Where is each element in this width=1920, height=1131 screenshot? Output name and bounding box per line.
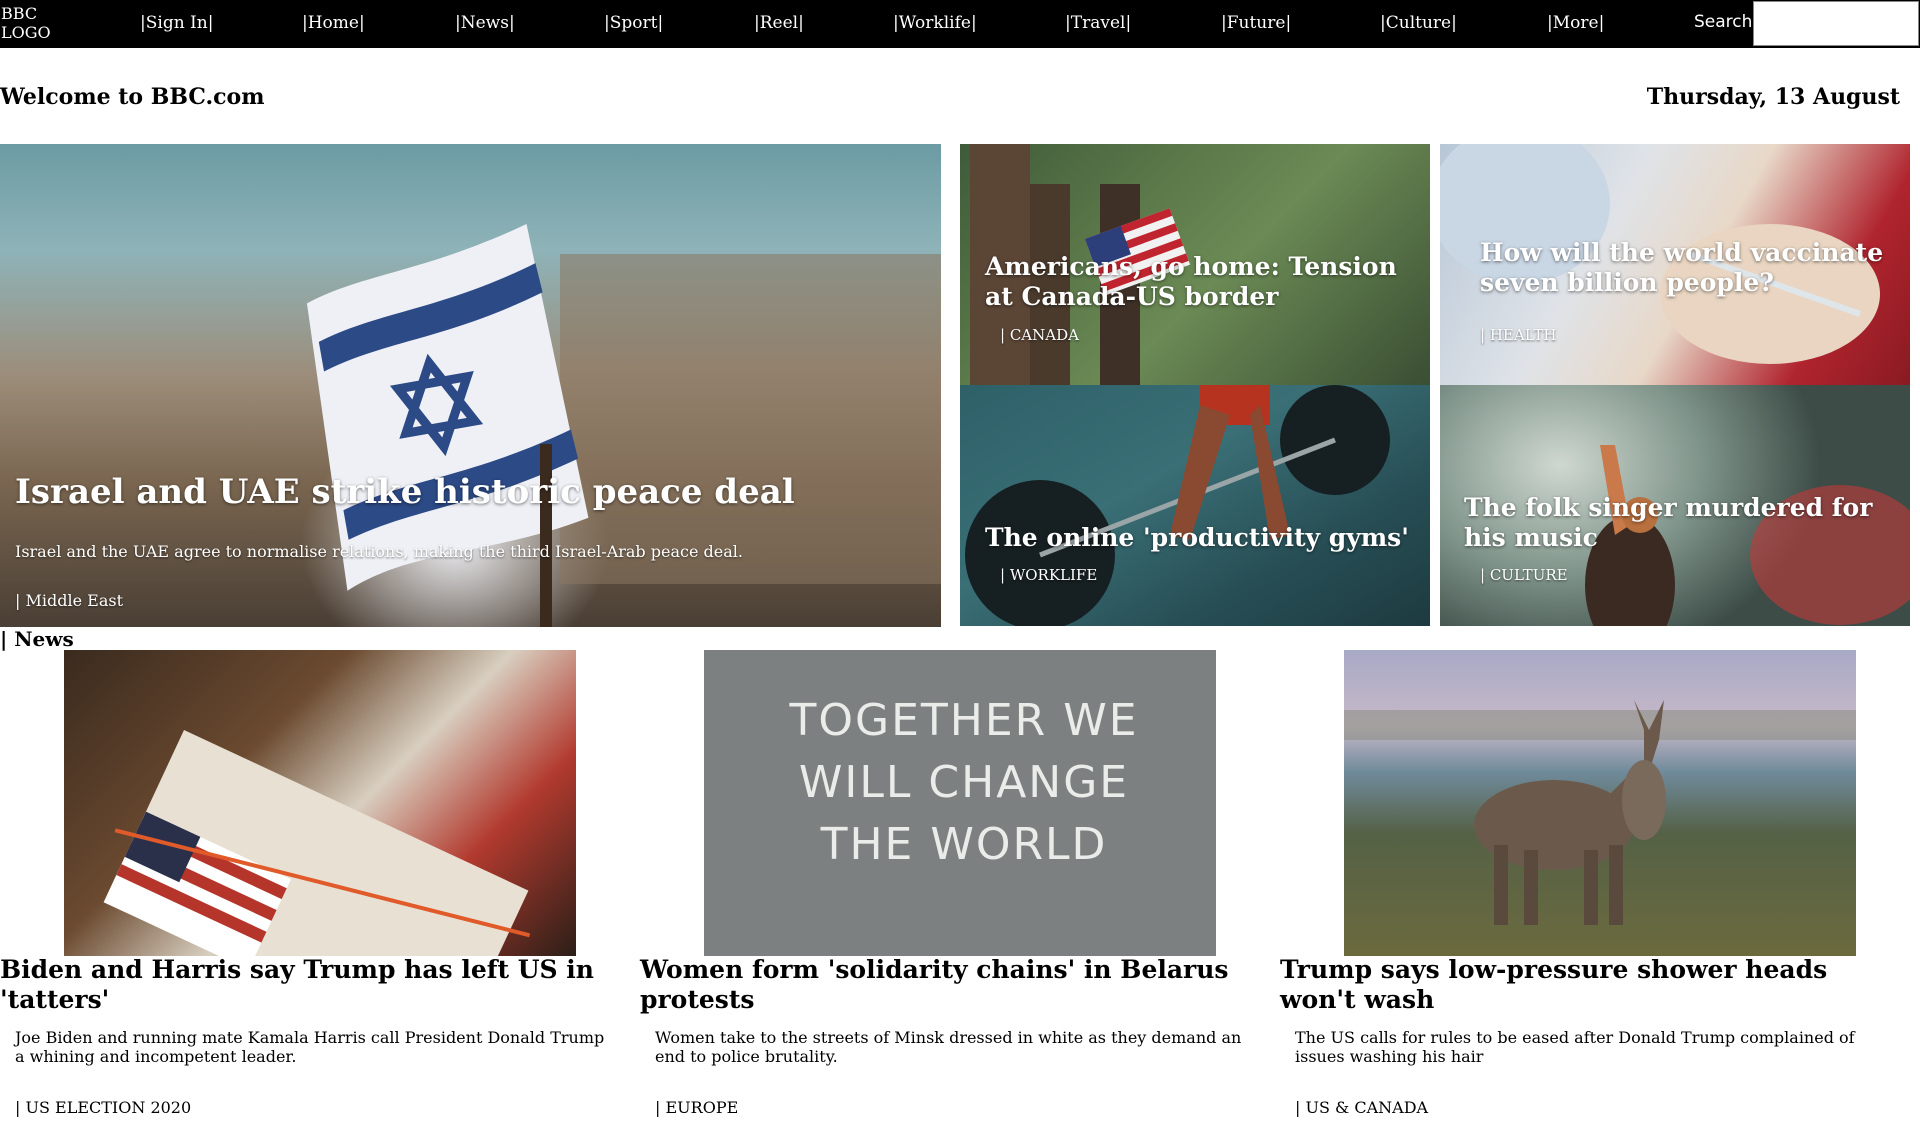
hero-worklife-tag[interactable]: WORKLIFE bbox=[1000, 566, 1097, 584]
nav-sign-in[interactable]: Sign In bbox=[140, 12, 213, 34]
nav-home[interactable]: Home bbox=[302, 12, 365, 34]
hero-worklife-title[interactable]: The online 'productivity gyms' bbox=[985, 523, 1409, 552]
hero-main-title[interactable]: Israel and UAE strike historic peace dea… bbox=[15, 472, 795, 512]
news-section-label[interactable]: News bbox=[0, 627, 73, 651]
search-input[interactable] bbox=[1753, 1, 1919, 46]
newspaper-image bbox=[64, 650, 576, 956]
news-card-tag[interactable]: US ELECTION 2020 bbox=[15, 1098, 191, 1117]
hero-canada-title[interactable]: Americans, go home: Tension at Canada-US… bbox=[985, 252, 1425, 312]
news-card-description: The US calls for rules to be eased after… bbox=[1295, 1028, 1855, 1066]
hero-health-story[interactable]: How will the world vaccinate seven billi… bbox=[1440, 144, 1910, 385]
nav-worklife[interactable]: Worklife bbox=[893, 12, 977, 34]
chalk-writing-image: TOGETHER WE WILL CHANGE THE WORLD bbox=[704, 650, 1216, 956]
news-card-description: Women take to the streets of Minsk dress… bbox=[655, 1028, 1242, 1066]
news-card-description: Joe Biden and running mate Kamala Harris… bbox=[15, 1028, 605, 1066]
nav-reel[interactable]: Reel bbox=[754, 12, 804, 34]
nav-culture[interactable]: Culture bbox=[1380, 12, 1457, 34]
news-card-title[interactable]: Biden and Harris say Trump has left US i… bbox=[0, 955, 600, 1015]
hero-main-story[interactable]: Israel and UAE strike historic peace dea… bbox=[0, 144, 941, 627]
hero-main-tag[interactable]: Middle East bbox=[15, 591, 123, 610]
nav-travel[interactable]: Travel bbox=[1065, 12, 1131, 34]
donkey-image bbox=[1344, 650, 1856, 956]
hero-health-tag[interactable]: HEALTH bbox=[1480, 326, 1557, 344]
hero-canada-story[interactable]: Americans, go home: Tension at Canada-US… bbox=[960, 144, 1430, 385]
hero-culture-title[interactable]: The folk singer murdered for his music bbox=[1464, 493, 1894, 553]
welcome-heading: Welcome to BBC.com bbox=[0, 84, 265, 110]
news-card-title[interactable]: Trump says low-pressure shower heads won… bbox=[1280, 955, 1880, 1015]
nav-future[interactable]: Future bbox=[1221, 12, 1291, 34]
hero-main-description: Israel and the UAE agree to normalise re… bbox=[15, 542, 743, 561]
news-card-title[interactable]: Women form 'solidarity chains' in Belaru… bbox=[640, 955, 1240, 1015]
current-date: Thursday, 13 August bbox=[1646, 84, 1900, 110]
nav-sport[interactable]: Sport bbox=[604, 12, 663, 34]
bbc-logo[interactable]: BBC LOGO bbox=[1, 4, 61, 42]
hero-culture-story[interactable]: The folk singer murdered for his music C… bbox=[1440, 385, 1910, 626]
top-nav: BBC LOGO Sign In Home News Sport Reel Wo… bbox=[0, 0, 1920, 48]
hero-canada-tag[interactable]: CANADA bbox=[1000, 326, 1079, 344]
hero-culture-tag[interactable]: CULTURE bbox=[1480, 566, 1568, 584]
hero-health-title[interactable]: How will the world vaccinate seven billi… bbox=[1480, 238, 1900, 298]
nav-more[interactable]: More bbox=[1547, 12, 1604, 34]
nav-news[interactable]: News bbox=[455, 12, 515, 34]
search-label: Search bbox=[1694, 12, 1753, 32]
news-card-tag[interactable]: US & CANADA bbox=[1295, 1098, 1428, 1117]
news-card-tag[interactable]: EUROPE bbox=[655, 1098, 738, 1117]
chalk-text: TOGETHER WE WILL CHANGE THE WORLD bbox=[789, 695, 1139, 870]
barbell-image bbox=[965, 385, 1390, 626]
hero-worklife-story[interactable]: The online 'productivity gyms' WORKLIFE bbox=[960, 385, 1430, 626]
